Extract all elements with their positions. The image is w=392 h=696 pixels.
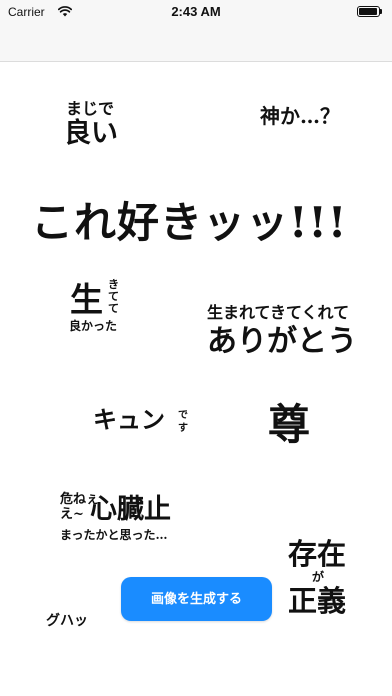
phrase-sei-kite-1: き — [108, 278, 119, 291]
phrase-seigi: 正義 — [288, 584, 347, 618]
phrase-kyun-desu-2: す — [178, 423, 188, 434]
phrase-sei-kite-3: て — [108, 302, 119, 315]
phrase-umarete-bottom: ありがとう — [207, 324, 357, 359]
navigation-bar — [0, 24, 392, 62]
phrase-abunee-2: え~ — [60, 507, 84, 522]
phrase-shinzou: 心臓止 — [90, 494, 171, 525]
phrase-umarete-top: 生まれてきてくれて — [207, 303, 350, 322]
phrase-kyun: キュン — [93, 405, 165, 434]
phrase-maji-top: まじで — [66, 99, 115, 118]
status-bar: Carrier 2:43 AM — [0, 0, 392, 24]
phrase-kami: 神か…？ — [260, 104, 340, 128]
phrase-maji-bottom: 良い — [64, 118, 118, 149]
phrase-guhah: グハッ — [46, 613, 88, 629]
phrase-sonzai: 存在 — [288, 537, 347, 571]
phrase-kyun-desu-1: で — [178, 410, 188, 421]
phrase-sei-bottom: 良かった — [69, 319, 118, 333]
phrase-korezuki: これ好きッッ!!! — [31, 198, 348, 247]
phrase-ga: が — [312, 570, 325, 584]
phrase-sei-kite-2: て — [108, 290, 119, 303]
generate-image-button[interactable]: 画像を生成する — [121, 577, 272, 621]
clock-time: 2:43 AM — [171, 4, 221, 19]
phrase-toutoi: 尊 — [268, 400, 311, 449]
battery-icon — [357, 6, 382, 17]
phrase-mattaka: まったかと思った… — [60, 528, 168, 542]
phrase-sei-big: 生 — [70, 280, 103, 319]
